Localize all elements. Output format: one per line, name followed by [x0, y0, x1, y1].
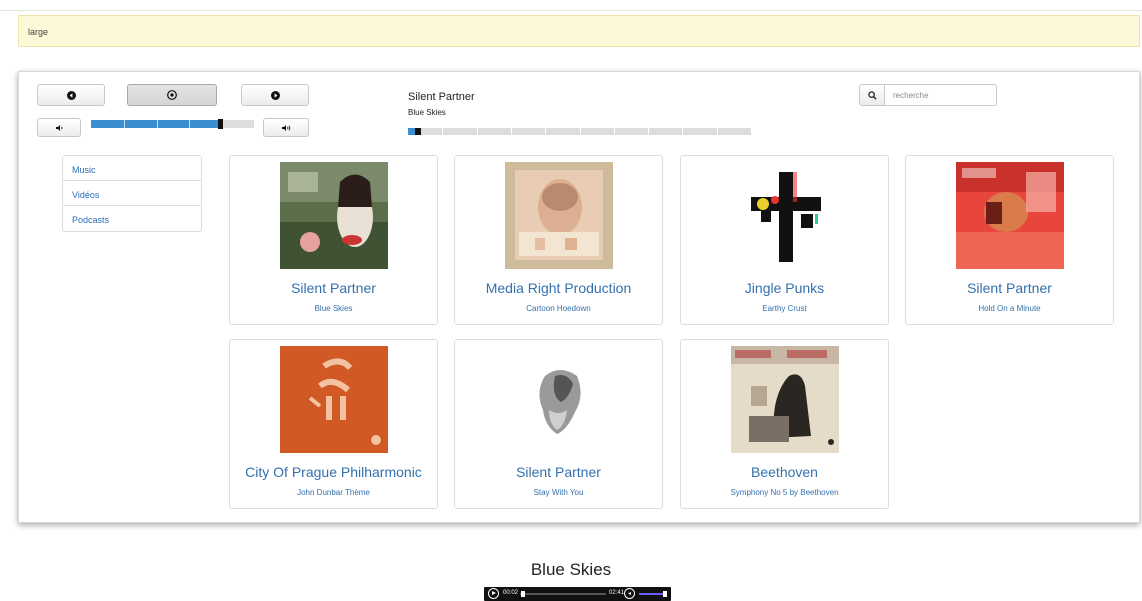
progress-tick [579, 128, 581, 135]
album-cover [505, 162, 613, 269]
progress-tick [648, 128, 650, 135]
audio-volume-bar[interactable] [639, 593, 665, 595]
search-icon [867, 90, 877, 100]
album-title: Blue Skies [314, 304, 353, 313]
album-title: Hold On a Minute [978, 304, 1041, 313]
play-button[interactable] [127, 84, 217, 106]
top-divider [0, 10, 1142, 11]
audio-seek-handle[interactable] [520, 591, 525, 597]
album-card[interactable]: Media Right Production Cartoon Hoedown [454, 155, 663, 325]
prev-button[interactable] [37, 84, 105, 106]
volume-slider[interactable] [91, 119, 254, 129]
search-group [859, 84, 997, 106]
search-button[interactable] [859, 84, 885, 106]
audio-title: Blue Skies [530, 560, 612, 579]
progress-tick [716, 128, 718, 135]
audio-volume-handle[interactable] [663, 591, 667, 597]
album-artist: Silent Partner [516, 464, 601, 480]
audio-player: 00:02 02:41 ◂ [484, 587, 671, 601]
album-artist: Jingle Punks [744, 280, 825, 296]
progress-tick [682, 128, 684, 135]
category-nav: Music Vidéos Podcasts [62, 155, 202, 232]
volume-down-button[interactable] [37, 118, 81, 137]
album-title: Cartoon Hoedown [526, 304, 591, 313]
progress-handle[interactable] [414, 128, 421, 135]
volume-tick [157, 120, 158, 128]
album-title: John Dunbar Thème [297, 488, 370, 497]
album-card[interactable]: Silent Partner Blue Skies [229, 155, 438, 325]
album-cover [505, 346, 613, 453]
progress-tick [442, 128, 444, 135]
info-alert: large [18, 15, 1140, 47]
volume-tick [189, 120, 190, 128]
volume-tick [124, 120, 125, 128]
album-card[interactable]: City Of Prague Philharmonic John Dunbar … [229, 339, 438, 509]
album-cover [731, 346, 839, 453]
volume-down-icon [55, 124, 62, 131]
album-title: Earthy Crust [762, 304, 807, 313]
volume-up-icon [281, 124, 290, 131]
audio-seek-bar[interactable] [520, 593, 606, 595]
search-input[interactable] [885, 84, 997, 106]
nav-item-videos[interactable]: Vidéos [63, 181, 201, 206]
album-title: Symphony No 5 by Beethoven [730, 488, 839, 497]
progress-tick [613, 128, 615, 135]
album-card[interactable]: Silent Partner Stay With You [454, 339, 663, 509]
progress-tick [545, 128, 547, 135]
audio-play-button[interactable] [488, 588, 499, 599]
volume-up-button[interactable] [263, 118, 309, 137]
prev-circle-icon [66, 90, 76, 100]
album-artist: Beethoven [751, 464, 818, 480]
album-cover [956, 162, 1064, 269]
album-artist: Silent Partner [291, 280, 376, 296]
nav-item-music[interactable]: Music [63, 156, 201, 181]
album-cover [731, 162, 839, 269]
album-artist: City Of Prague Philharmonic [245, 464, 422, 480]
next-circle-icon [270, 90, 280, 100]
player-panel: Silent Partner Blue Skies Music Vidéos P… [18, 71, 1140, 523]
album-title: Stay With You [533, 488, 584, 497]
album-cover [280, 346, 388, 453]
track-progress-bar[interactable] [408, 128, 751, 135]
alert-text: large [28, 27, 49, 37]
volume-handle[interactable] [218, 119, 224, 129]
now-playing-title: Blue Skies [408, 108, 446, 117]
next-button[interactable] [241, 84, 309, 106]
album-card[interactable]: Beethoven Symphony No 5 by Beethoven [680, 339, 889, 509]
progress-tick [476, 128, 478, 135]
audio-current-time: 00:02 [503, 590, 519, 596]
audio-duration: 02:41 [609, 590, 625, 596]
progress-fill [408, 128, 415, 135]
play-circle-icon [167, 90, 177, 100]
nav-item-podcasts[interactable]: Podcasts [63, 206, 201, 231]
album-card[interactable]: Jingle Punks Earthy Crust [680, 155, 889, 325]
now-playing-artist: Silent Partner [408, 91, 475, 103]
album-cover [280, 162, 388, 269]
audio-volume-icon[interactable]: ◂ [624, 588, 635, 599]
album-artist: Silent Partner [967, 280, 1052, 296]
album-card[interactable]: Silent Partner Hold On a Minute [905, 155, 1114, 325]
album-artist: Media Right Production [485, 280, 632, 296]
progress-tick [510, 128, 512, 135]
